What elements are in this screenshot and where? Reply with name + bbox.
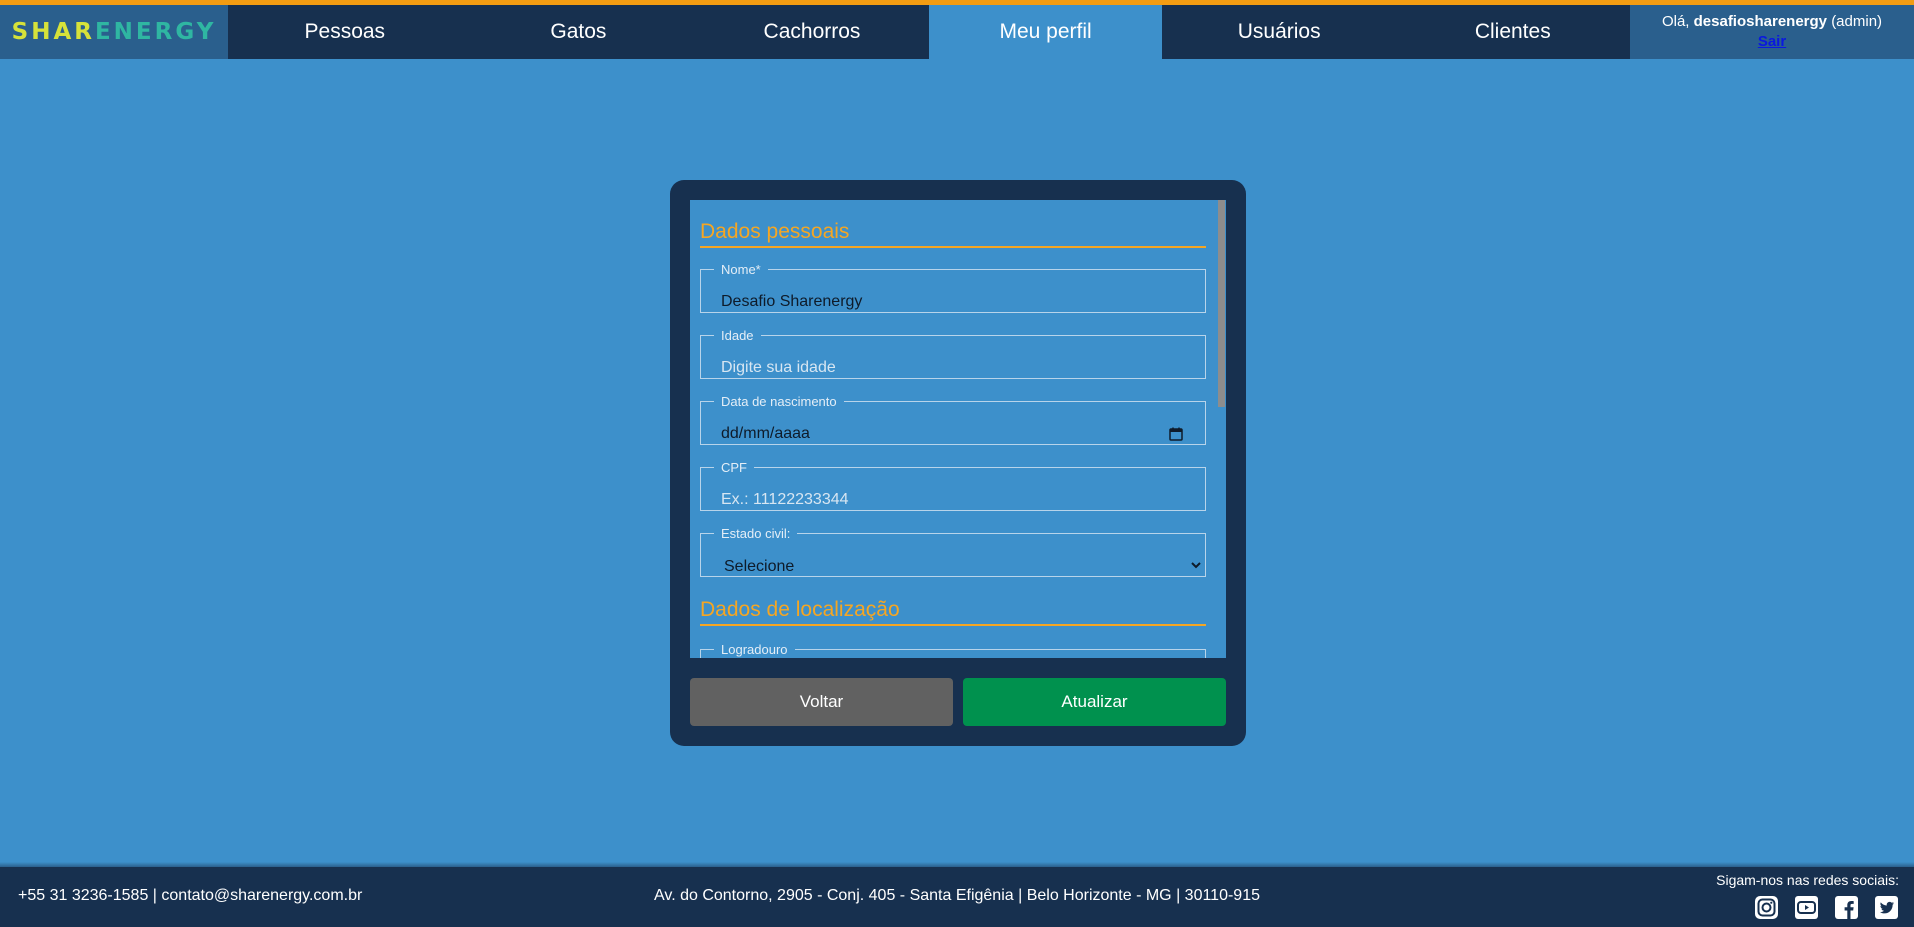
facebook-icon[interactable] [1834,895,1859,920]
logout-link[interactable]: Sair [1758,33,1786,50]
section-title-location: Dados de localização [700,598,1206,626]
back-button[interactable]: Voltar [690,678,953,726]
header: SHAR ENERGY Pessoas Gatos Cachorros Meu p… [0,5,1914,59]
birthdate-label: Data de nascimento [721,394,837,409]
name-label: Nome* [721,262,761,277]
form-scrollbar-thumb[interactable] [1218,200,1225,407]
section-title-personal: Dados pessoais [700,220,1206,248]
nav-item-meu-perfil[interactable]: Meu perfil [928,5,1163,59]
update-button[interactable]: Atualizar [963,678,1226,726]
name-value: Desafio Sharenergy [721,293,863,310]
user-greeting-line: Olá, desafiosharenergy (admin) [1630,12,1914,32]
nav-item-clientes[interactable]: Clientes [1396,5,1630,59]
instagram-icon[interactable] [1754,895,1779,920]
chevron-down-icon [1191,562,1201,569]
logo[interactable]: SHAR ENERGY [0,5,228,59]
cpf-label: CPF [721,460,747,475]
footer: +55 31 3236-1585 | contato@sharenergy.co… [0,867,1914,927]
logo-part1: SHAR [11,19,95,45]
nav-item-cachorros[interactable]: Cachorros [695,5,929,59]
username: desafiosharenergy [1693,13,1828,30]
greeting-text: Olá, [1661,13,1690,30]
nav-item-gatos[interactable]: Gatos [462,5,696,59]
social-label: Sigam-nos nas redes sociais: [1716,872,1899,888]
age-label: Idade [721,328,754,343]
street-label: Logradouro [721,642,788,657]
nav-item-usuarios[interactable]: Usuários [1162,5,1396,59]
twitter-icon[interactable] [1874,895,1899,920]
marital-status-label: Estado civil: [721,526,791,541]
cpf-placeholder: Ex.: 11122233344 [721,491,849,508]
nav-item-pessoas[interactable]: Pessoas [228,5,462,59]
youtube-icon[interactable] [1794,895,1819,920]
user-role: (admin) [1831,13,1883,30]
birthdate-placeholder: dd/mm/aaaa [721,425,810,442]
age-placeholder: Digite sua idade [721,359,836,376]
street-field[interactable]: Logradouro [700,642,1206,658]
marital-status-value: Selecione [724,558,795,575]
main-nav: Pessoas Gatos Cachorros Meu perfil Usuár… [228,5,1630,59]
age-field[interactable]: Idade Digite sua idade [700,328,1206,379]
logo-part2: ENERGY [94,19,217,45]
footer-contact: +55 31 3236-1585 | contato@sharenergy.co… [18,887,363,904]
user-box: Olá, desafiosharenergy (admin) Sair [1630,5,1914,59]
birthdate-field[interactable]: Data de nascimento dd/mm/aaaa [700,394,1206,445]
cpf-field[interactable]: CPF Ex.: 11122233344 [700,460,1206,511]
form-scrollbar[interactable] [1217,200,1226,658]
profile-card: Dados pessoais Nome* Desafio Sharenergy … [670,180,1246,746]
name-field[interactable]: Nome* Desafio Sharenergy [700,262,1206,313]
marital-status-select[interactable]: Estado civil: Selecione [700,526,1206,577]
social-icons [1754,895,1899,920]
calendar-icon[interactable] [1169,427,1183,441]
profile-form[interactable]: Dados pessoais Nome* Desafio Sharenergy … [690,200,1226,658]
